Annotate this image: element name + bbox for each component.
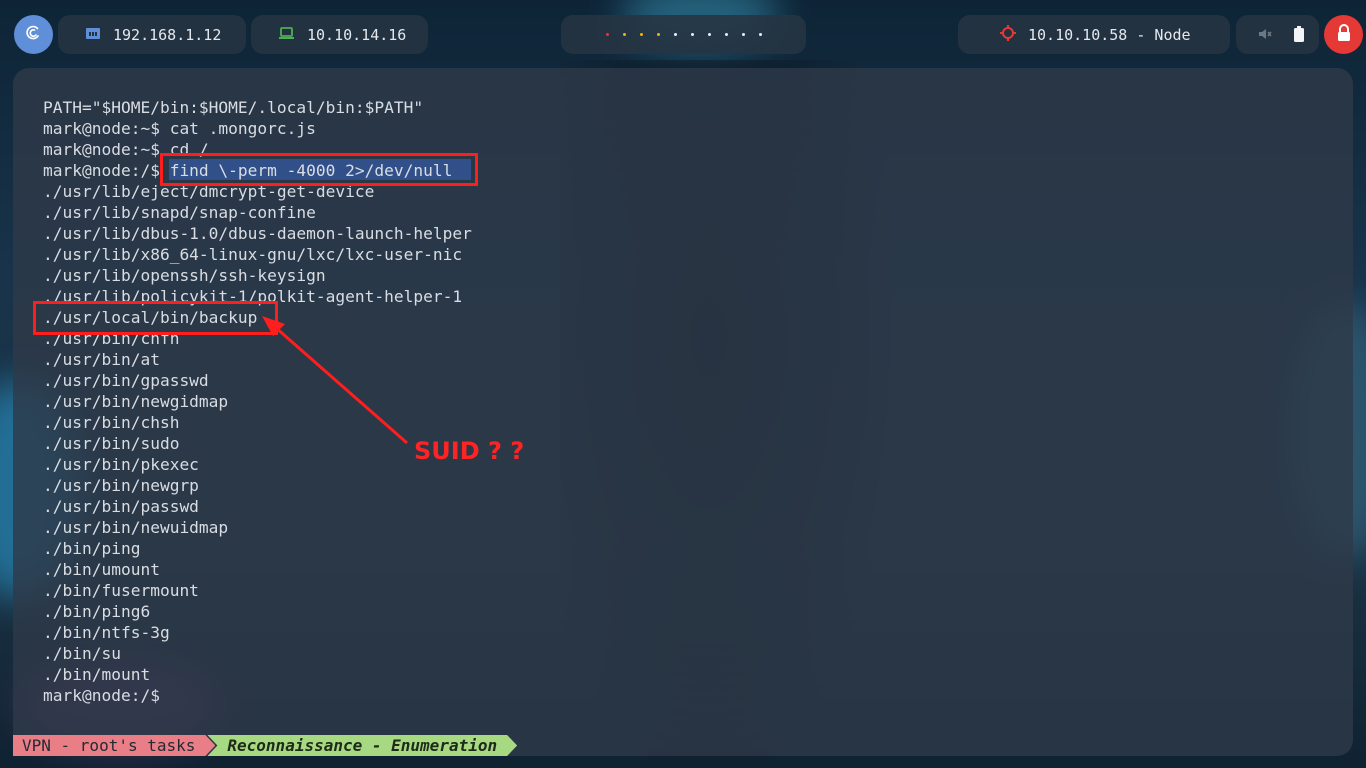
terminal-line: mark@node:~$ cat .mongorc.js: [43, 119, 316, 138]
workspace-dot[interactable]: [656, 33, 660, 36]
terminal-line: ./usr/bin/newgidmap: [43, 392, 229, 411]
terminal-line: ./usr/bin/chsh: [43, 413, 180, 432]
lock-icon: [1336, 23, 1352, 46]
terminal-line: ./bin/su: [43, 644, 121, 663]
workspace-dot[interactable]: [605, 33, 609, 36]
terminal-line: PATH="$HOME/bin:$HOME/.local/bin:$PATH": [43, 98, 424, 117]
command-highlight-box: [160, 153, 478, 186]
terminal-line: ./usr/bin/gpasswd: [43, 371, 209, 390]
terminal-line: ./usr/lib/x86_64-linux-gnu/lxc/lxc-user-…: [43, 245, 463, 264]
workspace-dot[interactable]: [758, 33, 762, 36]
terminal-line: ./usr/bin/sudo: [43, 434, 180, 453]
speaker-muted-icon[interactable]: [1258, 27, 1272, 45]
workspace-dot[interactable]: [622, 33, 626, 36]
terminal-line: ./usr/bin/newuidmap: [43, 518, 229, 537]
crosshair-icon: [1000, 24, 1016, 45]
terminal-output: PATH="$HOME/bin:$HOME/.local/bin:$PATH" m…: [43, 97, 472, 706]
terminal-line: ./bin/fusermount: [43, 581, 199, 600]
debian-icon: [24, 23, 44, 47]
laptop-icon: [278, 26, 295, 44]
terminal-line: ./bin/ping: [43, 539, 141, 558]
top-bar: 192.168.1.12 10.10.14.16 10.10.10.58 - N…: [0, 0, 1366, 70]
terminal-line: ./usr/lib/openssh/ssh-keysign: [43, 266, 326, 285]
target-text: 10.10.10.58 - Node: [1028, 25, 1191, 44]
workspace-dot[interactable]: [724, 33, 728, 36]
terminal-window[interactable]: PATH="$HOME/bin:$HOME/.local/bin:$PATH" m…: [13, 68, 1353, 756]
battery-icon[interactable]: [1294, 26, 1304, 46]
backup-highlight-box: [33, 301, 278, 335]
workspace-dot[interactable]: [741, 33, 745, 36]
workspace-dot[interactable]: [690, 33, 694, 36]
power-button[interactable]: [1324, 15, 1363, 54]
terminal-line: ./usr/lib/snapd/snap-confine: [43, 203, 316, 222]
workspace-dots: [584, 33, 784, 36]
workspace-dot[interactable]: [707, 33, 711, 36]
vpn-ip-text: 10.10.14.16: [307, 25, 407, 44]
terminal-line: ./bin/umount: [43, 560, 160, 579]
target-widget[interactable]: 10.10.10.58 - Node: [958, 15, 1230, 54]
terminal-line: ./usr/lib/dbus-1.0/dbus-daemon-launch-he…: [43, 224, 472, 243]
system-tray: [1236, 15, 1319, 54]
local-ip-widget[interactable]: 192.168.1.12: [58, 15, 246, 54]
session-name[interactable]: VPN - root's tasks: [13, 735, 215, 756]
tmux-status-bar: VPN - root's tasks Reconnaissance - Enum…: [13, 735, 517, 756]
workspace-dot[interactable]: [639, 33, 643, 36]
terminal-line: ./usr/bin/at: [43, 350, 160, 369]
launcher-button[interactable]: [14, 15, 53, 54]
vpn-ip-widget[interactable]: 10.10.14.16: [251, 15, 428, 54]
terminal-line: ./bin/mount: [43, 665, 151, 684]
terminal-line: mark@node:/$: [43, 686, 160, 705]
terminal-line: ./usr/bin/passwd: [43, 497, 199, 516]
suid-annotation: SUID ? ?: [414, 437, 525, 465]
terminal-line: ./usr/bin/newgrp: [43, 476, 199, 495]
workspace-switcher[interactable]: [561, 15, 806, 54]
ethernet-icon: [85, 26, 101, 44]
window-name[interactable]: Reconnaissance - Enumeration: [207, 735, 517, 756]
terminal-line: ./usr/bin/pkexec: [43, 455, 199, 474]
terminal-line: ./bin/ntfs-3g: [43, 623, 170, 642]
local-ip-text: 192.168.1.12: [113, 25, 222, 44]
terminal-line: ./bin/ping6: [43, 602, 151, 621]
workspace-dot[interactable]: [673, 33, 677, 36]
